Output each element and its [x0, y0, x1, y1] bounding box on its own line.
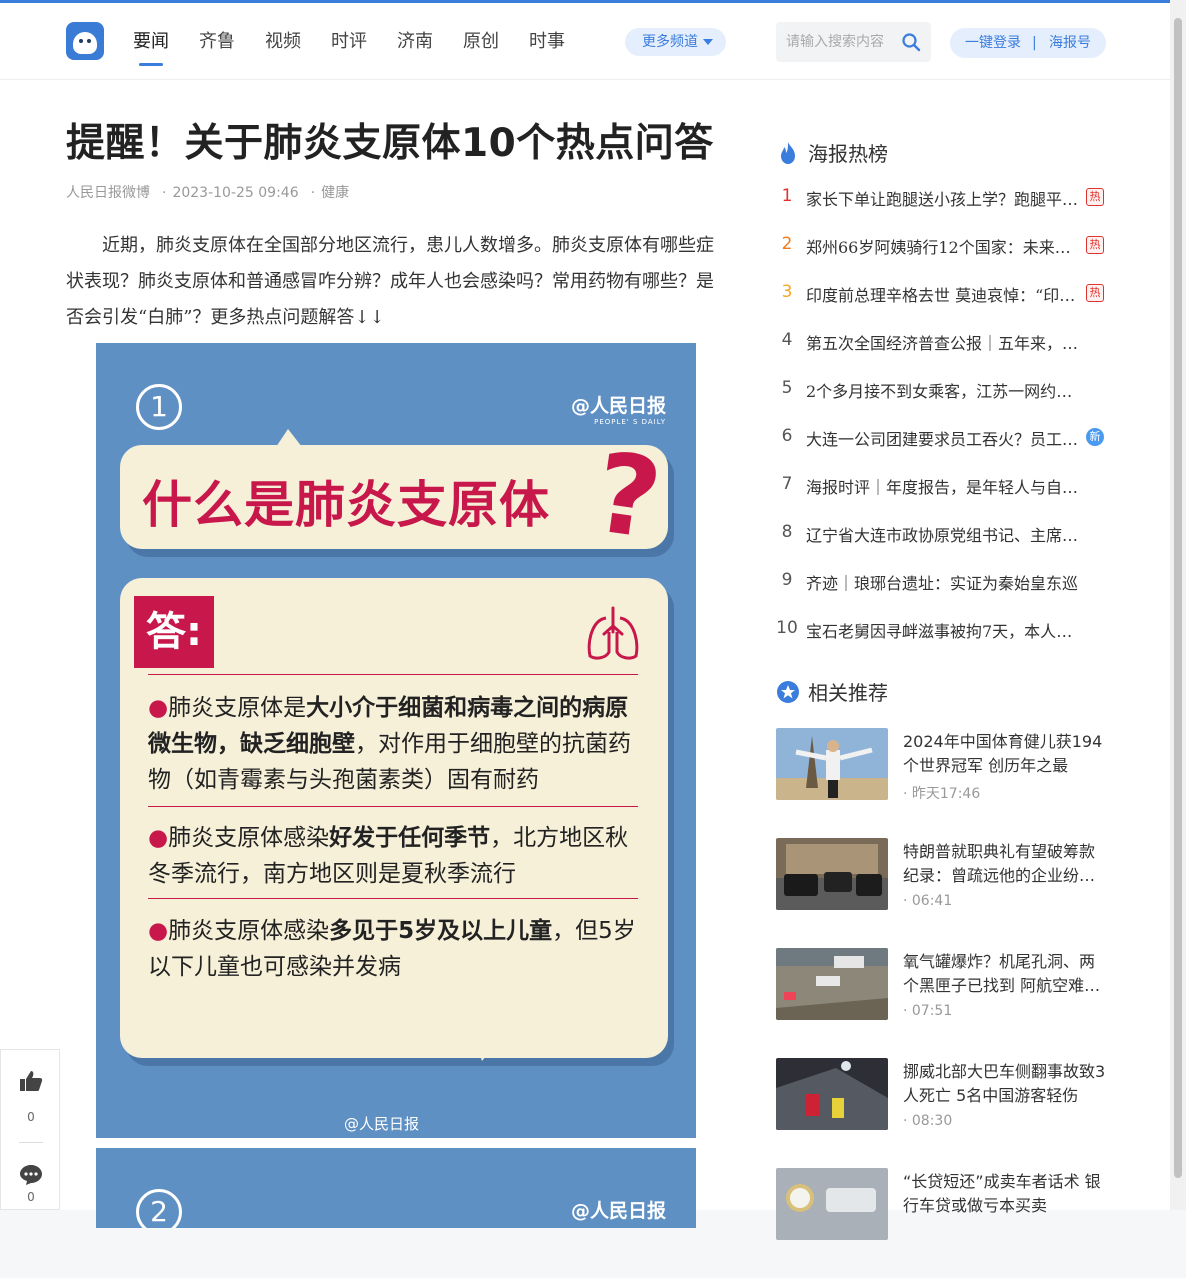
nav-item-yaowen[interactable]: 要闻 [133, 27, 199, 67]
search-box [776, 22, 931, 62]
poster-brand: @人民日报 PEOPLE' S DAILY [570, 395, 666, 426]
login-bar: 一键登录 | 海报号 [950, 28, 1106, 58]
hot-tag: 热 [1086, 284, 1104, 302]
nav-item-original[interactable]: 原创 [463, 27, 529, 67]
article-source[interactable]: 人民日报微博 [66, 185, 150, 201]
star-badge-icon [777, 681, 799, 703]
search-icon[interactable] [901, 32, 921, 52]
hot-list-item[interactable]: 8 辽宁省大连市政协原党组书记、主席被查 [776, 516, 1106, 564]
hot-tag: 热 [1086, 188, 1104, 206]
article-lead: 近期，肺炎支原体在全国部分地区流行，患儿人数增多。肺炎支原体有哪些症状表现？肺炎… [66, 235, 714, 328]
hot-list-item[interactable]: 3印度前总理辛格去世 莫迪哀悼：“印度失去了热 [776, 276, 1106, 324]
login-separator: | [1032, 35, 1037, 51]
nav-item-qilu[interactable]: 齐鲁 [199, 27, 265, 67]
caret-down-icon [703, 39, 713, 45]
more-channels-label: 更多频道 [642, 34, 698, 50]
recommend-item[interactable]: 氧气罐爆炸？机尾孔洞、两个黑匣子已找到 阿航空难调查 · 07:51 [776, 948, 1106, 1058]
main-content: 提醒！关于肺炎支原体10个热点问答 人民日报微博 · 2023-10-25 09:4… [0, 80, 1170, 1240]
nav-item-jinan[interactable]: 济南 [397, 27, 463, 67]
hot-list-item[interactable]: 10 宝石老舅因寻衅滋事被拘7天，本人回应 [776, 612, 1106, 660]
news-thumbnail [776, 728, 888, 800]
main-nav: 要闻 齐鲁 视频 时评 济南 原创 时事 [133, 27, 595, 67]
hot-list: 1 家长下单让跑腿送小孩上学？跑腿平台回应热 2 郑州66岁阿姨骑行12个国家：未来… [776, 180, 1106, 660]
hot-tag: 热 [1086, 236, 1104, 254]
news-thumbnail [776, 948, 888, 1020]
recommend-item[interactable]: 特朗普就职典礼有望破筹款纪录：曾疏远他的企业纷纷解囊 · 06:41 [776, 838, 1106, 948]
hot-list-item[interactable]: 7 海报时评｜年度报告，是年轻人与自己对话 [776, 468, 1106, 516]
hot-list-item[interactable]: 6 大连一公司团建要求员工吞火？员工回应新 [776, 420, 1106, 468]
poster-number: 1 [136, 384, 182, 430]
scrollbar-thumb[interactable] [1174, 18, 1182, 1178]
recommend-item[interactable]: 挪威北部大巴车侧翻事故致3人死亡 5名中国游客轻伤 · 08:30 [776, 1058, 1106, 1168]
header: 要闻 齐鲁 视频 时评 济南 原创 时事 更多频道 一键登录 | 海报号 [0, 3, 1170, 80]
login-button[interactable]: 一键登录 [965, 28, 1021, 58]
poster-number: 2 [136, 1189, 182, 1228]
comment-count: 0 [27, 1190, 35, 1204]
answer-divider [148, 898, 638, 899]
flame-icon [781, 142, 795, 164]
question-box: 什么是肺炎支原体 [120, 445, 668, 549]
hot-list-item[interactable]: 2 郑州66岁阿姨骑行12个国家：未来还想骑热 [776, 228, 1106, 276]
hot-list-item[interactable]: 4 第五次全国经济普查公报｜五年来，…… [776, 324, 1106, 372]
news-thumbnail [776, 838, 888, 910]
like-count: 0 [27, 1110, 35, 1124]
lungs-icon [587, 606, 639, 660]
hot-list-item[interactable]: 1 家长下单让跑腿送小孩上学？跑腿平台回应热 [776, 180, 1106, 228]
recommend-item[interactable]: “长贷短还”成卖车者话术 银行车贷或做亏本买卖 [776, 1168, 1106, 1278]
article-category[interactable]: 健康 [321, 185, 349, 201]
news-thumbnail [776, 1168, 888, 1240]
article-title: 提醒！关于肺炎支原体10个热点问答 [66, 121, 714, 166]
hot-list-item[interactable]: 5 2个多月接不到女乘客，江苏一网约车司机 [776, 372, 1106, 420]
article-meta: 人民日报微博 · 2023-10-25 09:46 · 健康 [66, 185, 350, 201]
answer-item: ●肺炎支原体感染好发于任何季节，北方地区秋冬季流行，南方地区则是夏秋季流行 [148, 825, 629, 887]
haibao-account-button[interactable]: 海报号 [1049, 28, 1091, 58]
recommend-item[interactable]: 2024年中国体育健儿获194个世界冠军 创历年之最 · 昨天17:46 [776, 728, 1106, 838]
answer-divider [148, 674, 638, 675]
hot-list-item[interactable]: 9 齐迹｜琅琊台遗址：实证为秦始皇东巡 [776, 564, 1106, 612]
search-input[interactable] [786, 31, 896, 53]
answer-item: ●肺炎支原体感染多见于5岁及以上儿童，但5岁以下儿童也可感染并发病 [148, 918, 636, 980]
comment-icon[interactable] [19, 1164, 43, 1186]
new-tag: 新 [1086, 428, 1104, 446]
nav-item-current-affairs[interactable]: 时事 [529, 27, 595, 67]
infographic-poster-1: 1 @人民日报 PEOPLE' S DAILY 什么是肺炎支原体 ? 答: ●肺炎… [96, 343, 696, 1138]
news-thumbnail [776, 1058, 888, 1130]
thumbs-up-icon[interactable] [19, 1070, 43, 1092]
more-channels-button[interactable]: 更多频道 [625, 28, 726, 56]
scrollbar[interactable] [1170, 0, 1186, 1210]
floating-action-bar: 0 0 [0, 1049, 60, 1210]
answer-divider [148, 806, 638, 807]
answer-tag: 答: [134, 596, 214, 668]
weibo-watermark: @人民日报 [344, 1115, 420, 1133]
nav-item-video[interactable]: 视频 [265, 27, 331, 67]
site-logo[interactable] [66, 22, 104, 60]
infographic-poster-2: 2 @人民日报 [96, 1148, 696, 1228]
recommend-list: 2024年中国体育健儿获194个世界冠军 创历年之最 · 昨天17:46 特朗普… [776, 728, 1106, 1278]
article-date: 2023-10-25 09:46 [172, 185, 299, 201]
poster-question: 什么是肺炎支原体 [142, 476, 550, 534]
nav-item-comment[interactable]: 时评 [331, 27, 397, 67]
answer-box: 答: ●肺炎支原体是大小介于细菌和病毒之间的病原微生物，缺乏细胞壁，对作用于细胞… [120, 578, 668, 1058]
answer-item: ●肺炎支原体是大小介于细菌和病毒之间的病原微生物，缺乏细胞壁，对作用于细胞壁的抗… [148, 695, 631, 793]
